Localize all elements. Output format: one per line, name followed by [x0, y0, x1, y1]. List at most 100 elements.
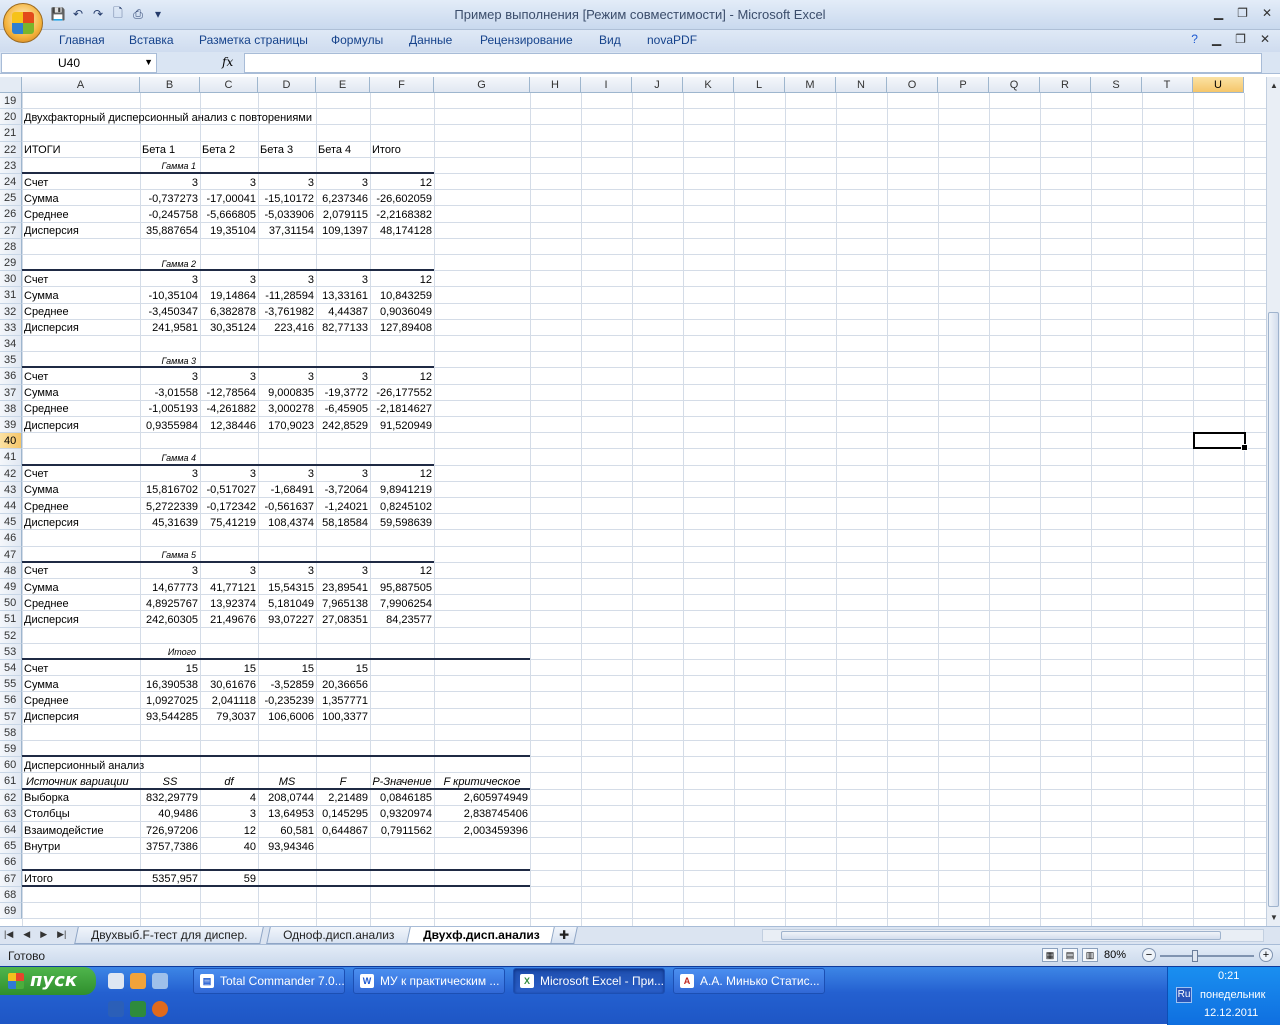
anova-value[interactable]: 4 — [200, 790, 258, 806]
stat-value[interactable]: 15,816702 — [140, 482, 200, 498]
stat-value[interactable]: 95,887505 — [370, 580, 434, 596]
zoom-slider[interactable] — [1160, 950, 1254, 962]
row-header[interactable]: 53 — [0, 643, 22, 660]
row-header[interactable]: 36 — [0, 368, 22, 385]
anova-value[interactable]: 0,7911562 — [370, 823, 434, 839]
stat-value[interactable]: 19,14864 — [200, 288, 258, 304]
row-header[interactable]: 61 — [0, 773, 22, 790]
row-header[interactable]: 67 — [0, 870, 22, 887]
minimize-button[interactable]: ▁ — [1214, 6, 1223, 20]
stat-value[interactable]: 2,041118 — [200, 693, 258, 709]
column-header[interactable]: T — [1142, 77, 1193, 93]
tab-page-layout[interactable]: Разметка страницы — [199, 33, 308, 47]
stat-value[interactable]: 0,9355984 — [140, 418, 200, 434]
stat-value[interactable]: 93,544285 — [140, 709, 200, 725]
stat-value[interactable]: 3 — [258, 272, 316, 288]
row-header[interactable]: 48 — [0, 562, 22, 579]
column-header[interactable]: Q — [989, 77, 1040, 93]
stat-value[interactable]: -6,45905 — [316, 401, 370, 417]
stat-value[interactable]: 82,77133 — [316, 320, 370, 336]
column-header[interactable]: S — [1091, 77, 1142, 93]
stat-value[interactable]: 2,079115 — [316, 207, 370, 223]
row-header[interactable]: 43 — [0, 481, 22, 498]
row-header[interactable]: 55 — [0, 676, 22, 693]
stat-value[interactable]: 3,000278 — [258, 401, 316, 417]
stat-value[interactable]: -19,3772 — [316, 385, 370, 401]
stat-label[interactable]: Сумма — [22, 482, 140, 498]
start-button[interactable]: пуск — [0, 967, 96, 995]
stat-label[interactable]: Сумма — [22, 385, 140, 401]
summary-header[interactable]: Итого — [370, 142, 434, 158]
anova-value[interactable]: 2,838745406 — [434, 806, 530, 822]
row-header[interactable]: 26 — [0, 206, 22, 223]
stat-value[interactable]: 1,357771 — [316, 693, 370, 709]
anova-value[interactable]: 2,21489 — [316, 790, 370, 806]
tab-formulas[interactable]: Формулы — [331, 33, 383, 47]
stat-value[interactable]: 35,887654 — [140, 223, 200, 239]
stat-value[interactable]: 4,44387 — [316, 304, 370, 320]
anova-value[interactable] — [316, 839, 370, 855]
row-header[interactable]: 32 — [0, 303, 22, 320]
zoom-level[interactable]: 80% — [1104, 949, 1126, 961]
column-header[interactable]: F — [370, 77, 434, 93]
stat-value[interactable]: 1,0927025 — [140, 693, 200, 709]
horizontal-scrollbar[interactable] — [762, 929, 1264, 942]
anova-value[interactable]: 3757,7386 — [140, 839, 200, 855]
row-header[interactable]: 35 — [0, 352, 22, 369]
stat-value[interactable]: 30,61676 — [200, 677, 258, 693]
row-header[interactable]: 69 — [0, 903, 22, 920]
stat-value[interactable]: 3 — [200, 466, 258, 482]
anova-title[interactable]: Дисперсионный анализ — [22, 758, 222, 774]
stat-label[interactable]: Среднее — [22, 499, 140, 515]
stat-value[interactable]: 15 — [316, 661, 370, 677]
stat-value[interactable]: -2,1814627 — [370, 401, 434, 417]
stat-value[interactable]: 30,35124 — [200, 320, 258, 336]
formula-input[interactable] — [244, 53, 1262, 73]
stat-value[interactable]: -0,245758 — [140, 207, 200, 223]
task-word-document[interactable]: W МУ к практическим ... — [353, 968, 505, 994]
column-header[interactable]: A — [22, 77, 140, 93]
row-header[interactable]: 42 — [0, 465, 22, 482]
stat-label[interactable]: Дисперсия — [22, 320, 140, 336]
sheet-tab-one-way[interactable]: Одноф.дисп.анализ — [266, 927, 412, 944]
stat-value[interactable]: 5,2722339 — [140, 499, 200, 515]
first-sheet-icon[interactable]: |◀ — [4, 929, 13, 940]
anova-source[interactable]: Взаимодейстие — [22, 823, 140, 839]
row-header[interactable]: 60 — [0, 757, 22, 774]
column-header[interactable]: N — [836, 77, 887, 93]
active-cell-U40[interactable] — [1193, 432, 1248, 452]
stat-value[interactable]: 41,77121 — [200, 580, 258, 596]
row-header[interactable]: 56 — [0, 692, 22, 709]
firefox-icon[interactable] — [152, 1001, 168, 1017]
row-header[interactable]: 54 — [0, 660, 22, 677]
stat-value[interactable]: 7,9906254 — [370, 596, 434, 612]
stat-value[interactable]: 3 — [140, 369, 200, 385]
stat-value[interactable]: 106,6006 — [258, 709, 316, 725]
row-header[interactable]: 33 — [0, 319, 22, 336]
stat-value[interactable]: 37,31154 — [258, 223, 316, 239]
summary-header[interactable]: Бета 3 — [258, 142, 316, 158]
stat-value[interactable]: 91,520949 — [370, 418, 434, 434]
stat-label[interactable]: Дисперсия — [22, 709, 140, 725]
stat-value[interactable]: 16,390538 — [140, 677, 200, 693]
column-header[interactable]: J — [632, 77, 683, 93]
stat-value[interactable]: -5,666805 — [200, 207, 258, 223]
stat-value[interactable]: 3 — [258, 369, 316, 385]
stat-value[interactable]: -3,72064 — [316, 482, 370, 498]
stat-value[interactable]: 79,3037 — [200, 709, 258, 725]
select-all-corner[interactable] — [0, 77, 22, 93]
stat-value[interactable]: 59,598639 — [370, 515, 434, 531]
row-header[interactable]: 46 — [0, 530, 22, 547]
stat-value[interactable]: -10,35104 — [140, 288, 200, 304]
sheet-tab-two-way[interactable]: Двухф.дисп.анализ — [406, 927, 557, 944]
row-header[interactable]: 57 — [0, 708, 22, 725]
stat-value[interactable]: 93,07227 — [258, 612, 316, 628]
stat-value[interactable]: 3 — [258, 466, 316, 482]
stat-value[interactable]: 12 — [370, 175, 434, 191]
anova-value[interactable] — [370, 839, 434, 855]
tab-insert[interactable]: Вставка — [129, 33, 174, 47]
restore-button[interactable]: ❐ — [1237, 6, 1248, 20]
stat-label[interactable]: Сумма — [22, 677, 140, 693]
column-header[interactable]: K — [683, 77, 734, 93]
stat-value[interactable]: 3 — [140, 272, 200, 288]
